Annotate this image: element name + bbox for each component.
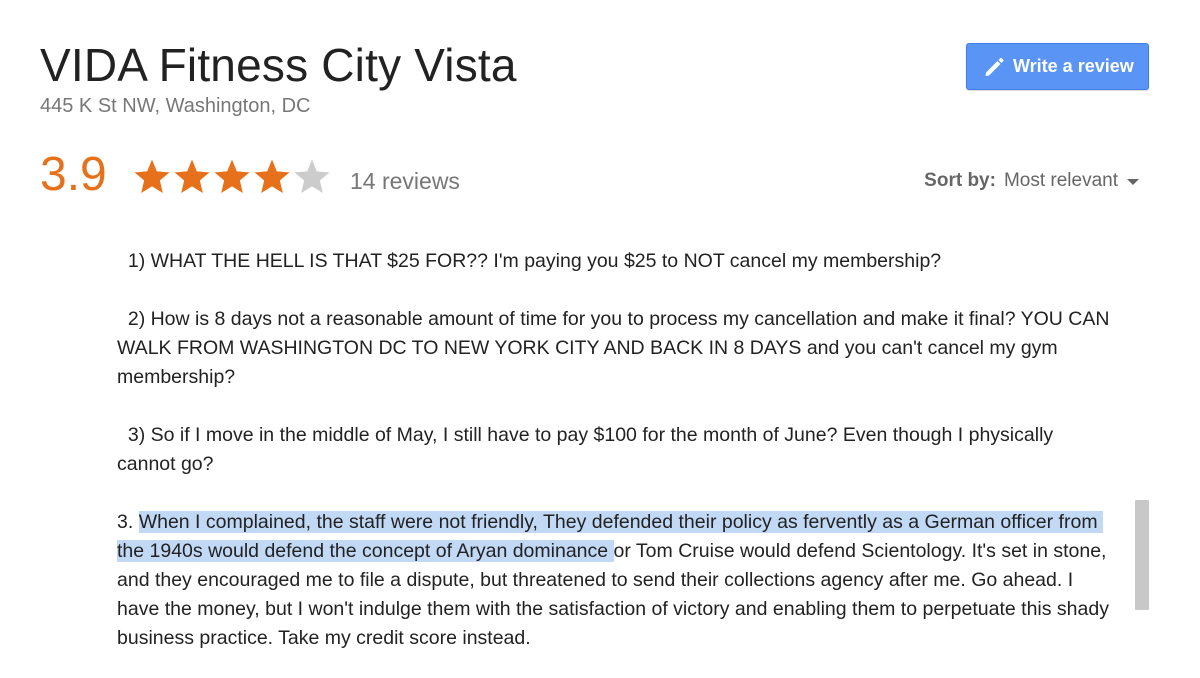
review-paragraph-4: 3. When I complained, the staff were not…	[117, 508, 1117, 653]
star-empty-icon	[294, 159, 330, 193]
review-paragraph-2: 2) How is 8 days not a reasonable amount…	[117, 308, 1115, 388]
star-filled-icon	[214, 159, 250, 193]
write-review-button[interactable]: Write a review	[966, 43, 1149, 90]
star-rating	[132, 157, 332, 197]
sort-dropdown[interactable]: Sort by: Most relevant	[924, 170, 1139, 192]
review-page: VIDA Fitness City Vista 445 K St NW, Was…	[0, 0, 1200, 678]
rating-value: 3.9	[40, 148, 107, 201]
star-filled-icon	[134, 159, 170, 193]
rating-summary: 3.9 14 reviews Sort by: Most relevant	[40, 147, 1160, 207]
star-filled-icon	[254, 159, 290, 193]
write-review-label: Write a review	[1013, 56, 1134, 76]
sort-value: Most relevant	[1003, 170, 1118, 191]
chevron-down-icon	[1127, 179, 1139, 185]
review-count[interactable]: 14 reviews	[350, 168, 460, 195]
review-body: 1) WHAT THE HELL IS THAT $25 FOR?? I'm p…	[117, 247, 1117, 678]
review-paragraph-3: 3) So if I move in the middle of May, I …	[117, 424, 1059, 475]
place-title: VIDA Fitness City Vista	[40, 39, 517, 91]
scrollbar-thumb[interactable]	[1135, 500, 1149, 610]
paragraph-number: 3.	[117, 511, 139, 533]
sort-label: Sort by:	[924, 170, 996, 191]
review-paragraph-1: 1) WHAT THE HELL IS THAT $25 FOR?? I'm p…	[117, 250, 942, 272]
pencil-icon	[985, 57, 1004, 76]
place-address: 445 K St NW, Washington, DC	[40, 95, 311, 117]
star-filled-icon	[174, 159, 210, 193]
